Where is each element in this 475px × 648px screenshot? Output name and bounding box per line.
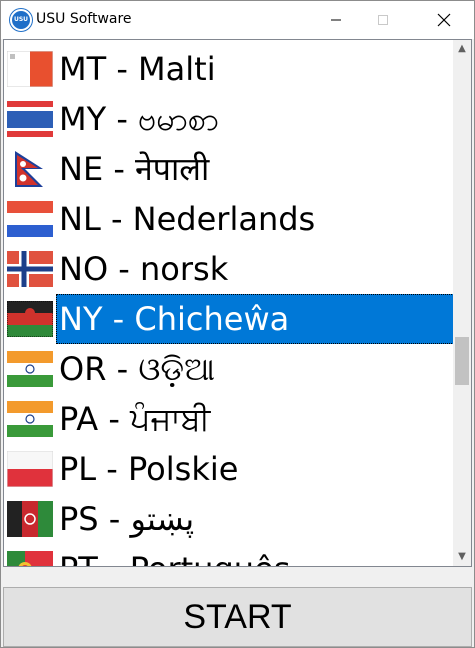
afghanistan-flag-icon: [7, 501, 53, 537]
scroll-thumb[interactable]: [455, 337, 469, 385]
list-item-or[interactable]: OR - ଓଡ଼ିଆ: [4, 344, 453, 394]
list-item-ny-selected[interactable]: NY - Chicheŵa: [4, 294, 453, 344]
list-item-ne[interactable]: NE - नेपाली: [4, 144, 453, 194]
maximize-button[interactable]: [360, 1, 406, 39]
netherlands-flag-icon: [7, 201, 53, 237]
list-item-label: MY - ဗမာစာ: [59, 100, 219, 138]
india-flag-icon: [7, 401, 53, 437]
list-item-pt[interactable]: PT - Português: [4, 544, 453, 566]
list-item-label: PA - ਪੰਜਾਬੀ: [59, 400, 211, 438]
portugal-flag-icon: [7, 551, 53, 566]
start-button[interactable]: START: [3, 587, 472, 647]
app-window: USU USU Software MT - Malti MY - ဗမာစာ N…: [0, 0, 475, 648]
close-icon: [437, 13, 451, 27]
list-item-pl[interactable]: PL - Polskie: [4, 444, 453, 494]
norway-flag-icon: [7, 251, 53, 287]
list-item-label: NL - Nederlands: [59, 200, 316, 238]
malta-flag-icon: [7, 51, 53, 87]
minimize-button[interactable]: [313, 1, 359, 39]
language-list: MT - Malti MY - ဗမာစာ NE - नेपाली NL - N…: [4, 40, 453, 566]
list-item-my[interactable]: MY - ဗမာစာ: [4, 94, 453, 144]
list-item-no[interactable]: NO - norsk: [4, 244, 453, 294]
list-item-ps[interactable]: PS - پښتو: [4, 494, 453, 544]
list-item-label: NO - norsk: [59, 250, 229, 288]
list-item-label: MT - Malti: [59, 50, 216, 88]
india-flag-icon: [7, 351, 53, 387]
list-item-nl[interactable]: NL - Nederlands: [4, 194, 453, 244]
title-bar[interactable]: USU USU Software: [1, 1, 474, 39]
close-button[interactable]: [421, 1, 467, 39]
list-item-label: PS - پښتو: [59, 500, 195, 538]
nepal-flag-icon: [7, 151, 53, 187]
maximize-icon: [378, 15, 388, 25]
list-item-label: NY - Chicheŵa: [56, 294, 453, 344]
usu-logo-icon: USU: [10, 9, 32, 31]
list-item-pa[interactable]: PA - ਪੰਜਾਬੀ: [4, 394, 453, 444]
list-item-mt[interactable]: MT - Malti: [4, 44, 453, 94]
window-title: USU Software: [36, 11, 132, 27]
list-item-label: OR - ଓଡ଼ିଆ: [59, 350, 216, 388]
malawi-flag-icon: [7, 301, 53, 337]
list-item-label: PT - Português: [56, 544, 293, 566]
list-item-label: NE - नेपाली: [59, 150, 210, 188]
minimize-icon: [331, 19, 341, 21]
poland-flag-icon: [7, 451, 53, 487]
language-listbox[interactable]: MT - Malti MY - ဗမာစာ NE - नेपाली NL - N…: [3, 39, 472, 567]
list-scrollbar[interactable]: ▲ ▼: [453, 40, 471, 566]
scroll-up-icon[interactable]: ▲: [453, 40, 471, 58]
list-item-label: PL - Polskie: [59, 450, 239, 488]
myanmar-flag-icon: [7, 101, 53, 137]
scroll-down-icon[interactable]: ▼: [453, 548, 471, 566]
